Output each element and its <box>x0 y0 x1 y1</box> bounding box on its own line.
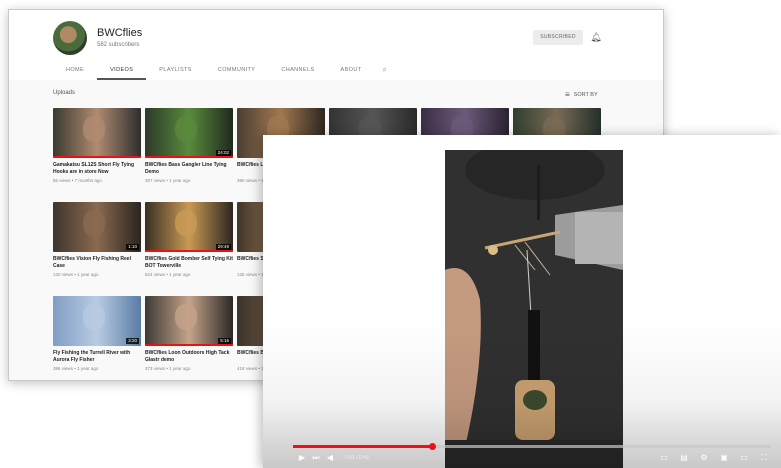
video-thumbnail[interactable]: 5:16 <box>145 296 233 346</box>
thumbnail-subject <box>83 304 105 330</box>
tab-home[interactable]: HOME <box>53 60 97 80</box>
video-meta: 373 views • 1 year ago <box>145 366 191 371</box>
video-title[interactable]: BWCflies Gold Bomber Self Tying Kit BOT … <box>145 256 235 270</box>
video-thumbnail[interactable]: 3:20 <box>53 296 141 346</box>
video-title[interactable]: BWCflies Bass Gangler Line Tying Demo <box>145 162 235 176</box>
bell-icon[interactable]: 🔔︎ <box>590 31 602 43</box>
watched-progress <box>53 156 141 158</box>
time-readout: 0:01 / 0:49 <box>345 455 369 461</box>
thumbnail-subject <box>175 210 197 236</box>
watched-progress <box>145 250 233 252</box>
tab-videos[interactable]: VIDEOS <box>97 60 147 80</box>
progress-handle[interactable] <box>428 443 436 450</box>
subscriber-count: 582 subscribers <box>97 42 140 48</box>
video-thumbnail[interactable] <box>53 108 141 158</box>
channel-name[interactable]: BWCflies <box>97 27 142 39</box>
avatar[interactable] <box>53 21 87 55</box>
tab-community[interactable]: COMMUNITY <box>205 60 269 80</box>
subscribe-button[interactable]: SUBSCRIBED <box>533 30 583 45</box>
volume-icon[interactable]: ◀ <box>323 451 337 465</box>
video-duration: 1:10 <box>126 244 139 250</box>
tab-channels[interactable]: CHANNELS <box>268 60 327 80</box>
watched-progress <box>145 156 233 158</box>
progress-bar[interactable] <box>293 443 771 450</box>
progress-fill <box>293 445 432 448</box>
video-meta: 624 views • 1 year ago <box>145 272 191 277</box>
sort-icon: ≡ <box>565 90 570 99</box>
video-title[interactable]: Fly Fishing the Turrell River with Auror… <box>53 350 143 364</box>
captions-icon[interactable]: ▤ <box>677 451 691 465</box>
video-meta: 307 views • 1 year ago <box>145 178 191 183</box>
video-title[interactable]: BWCflies Loon Outdoors High Tack Glastr … <box>145 350 235 364</box>
player-controls: ▶ ⏭ ◀ 0:01 / 0:49 ▭ ▤ ⚙ ▣ ▭ ⛶ <box>295 451 771 465</box>
video-meta: 386 views • 1 year ago <box>53 366 99 371</box>
video-duration: 3:20 <box>126 338 139 344</box>
search-icon[interactable]: ⌕ <box>374 60 386 80</box>
video-title[interactable]: BWCflies Vision Fly Fishing Reel Case <box>53 256 143 270</box>
video-thumbnail[interactable]: 24:02 <box>145 108 233 158</box>
thumbnail-subject <box>175 304 197 330</box>
thumbnail-subject <box>83 210 105 236</box>
thumbnail-subject <box>175 116 197 142</box>
play-icon[interactable]: ▶ <box>295 451 309 465</box>
sort-label: SORT BY <box>573 91 598 98</box>
next-icon[interactable]: ⏭ <box>309 451 323 465</box>
theater-icon[interactable]: ▭ <box>737 451 751 465</box>
video-thumbnail[interactable]: 1:10 <box>53 202 141 252</box>
sort-by-button[interactable]: ≡ SORT BY <box>565 90 598 99</box>
channel-header: BWCflies 582 subscribers SUBSCRIBED 🔔︎ H… <box>9 10 663 80</box>
section-label: Uploads <box>53 90 76 96</box>
tab-about[interactable]: ABOUT <box>328 60 375 80</box>
thumbnail-subject <box>83 116 105 142</box>
tab-playlists[interactable]: PLAYLISTS <box>146 60 205 80</box>
video-player-window: ▶ ⏭ ◀ 0:01 / 0:49 ▭ ▤ ⚙ ▣ ▭ ⛶ <box>263 135 781 468</box>
fullscreen-icon[interactable]: ⛶ <box>757 451 771 465</box>
channel-tabs: HOME VIDEOS PLAYLISTS COMMUNITY CHANNELS… <box>53 60 387 80</box>
subtitles-icon[interactable]: ▭ <box>657 451 671 465</box>
miniplayer-icon[interactable]: ▣ <box>717 451 731 465</box>
video-thumbnail[interactable]: 29:49 <box>145 202 233 252</box>
watched-progress <box>145 344 233 346</box>
video-meta: 130 views • 1 year ago <box>53 272 99 277</box>
settings-icon[interactable]: ⚙ <box>697 451 711 465</box>
video-meta: 86 views • 7 months ago <box>53 178 102 183</box>
video-title[interactable]: Gamakatsu SL12S Short Fly Tying Hooks ar… <box>53 162 143 176</box>
